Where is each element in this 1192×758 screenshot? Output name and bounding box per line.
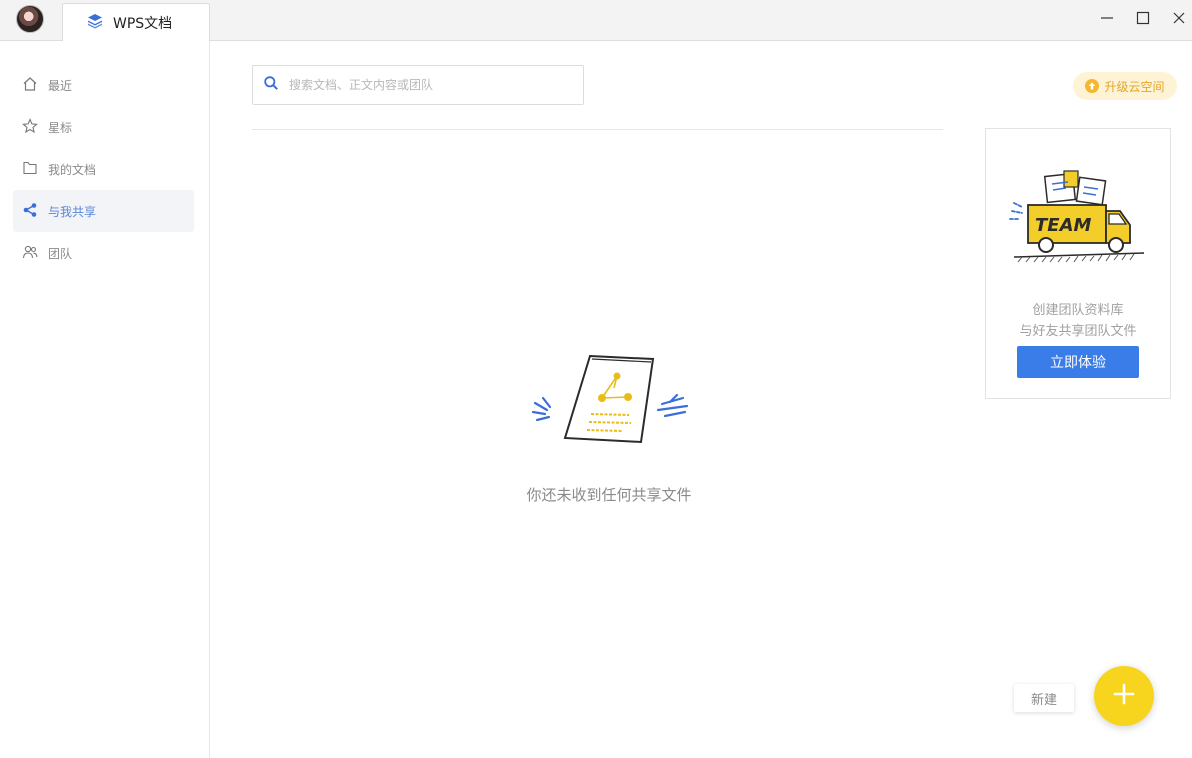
sidebar-item-label: 团队 — [48, 246, 73, 261]
team-icon — [22, 244, 38, 263]
team-card-line1: 创建团队资料库 — [1032, 303, 1124, 318]
sidebar-item-label: 星标 — [48, 120, 73, 135]
arrow-up-icon — [1085, 79, 1100, 93]
sidebar-item-my-docs[interactable]: 我的文档 — [13, 148, 194, 190]
sidebar-item-shared-with-me[interactable]: 与我共享 — [13, 190, 194, 232]
team-illustration-text: TEAM — [1035, 215, 1092, 236]
close-icon[interactable] — [1161, 0, 1192, 36]
search-input[interactable] — [289, 78, 559, 92]
team-truck-illustration: TEAM — [1008, 167, 1148, 273]
sidebar: 最近 星标 我的文档 与我共享 团队 — [0, 41, 210, 758]
sidebar-item-starred[interactable]: 星标 — [13, 106, 194, 148]
empty-shared-illustration — [525, 350, 695, 450]
share-icon — [22, 202, 38, 221]
search-box[interactable] — [252, 65, 584, 105]
team-promo-card: TEAM 创建团队资料库 与好友共享团队文件 立即体验 — [985, 128, 1171, 399]
try-now-button[interactable]: 立即体验 — [1017, 346, 1139, 378]
new-label[interactable]: 新建 — [1014, 684, 1074, 712]
upgrade-cloud-button[interactable]: 升级云空间 — [1073, 72, 1177, 100]
user-avatar[interactable] — [16, 5, 44, 33]
folder-icon — [22, 160, 38, 179]
empty-state-message: 你还未收到任何共享文件 — [526, 486, 692, 504]
sidebar-item-recent[interactable]: 最近 — [13, 64, 194, 106]
tab-title: WPS文档 — [113, 16, 173, 32]
star-icon — [22, 117, 38, 137]
team-card-line2: 与好友共享团队文件 — [1019, 324, 1137, 339]
sidebar-item-team[interactable]: 团队 — [13, 232, 194, 274]
home-icon — [22, 76, 38, 95]
tab-wps-docs[interactable]: WPS文档 — [62, 3, 210, 42]
new-fab-button[interactable] — [1094, 666, 1154, 726]
maximize-icon[interactable] — [1125, 0, 1161, 36]
sidebar-item-label: 我的文档 — [48, 162, 97, 177]
search-icon — [263, 75, 279, 95]
plus-icon — [1112, 682, 1136, 710]
sidebar-item-label: 与我共享 — [48, 204, 97, 219]
content-divider — [252, 129, 943, 130]
sidebar-item-label: 最近 — [48, 78, 73, 93]
title-bar: WPS文档 — [0, 0, 1192, 42]
wps-docs-icon — [87, 13, 103, 33]
minimize-icon[interactable] — [1089, 0, 1125, 36]
upgrade-label: 升级云空间 — [1104, 79, 1165, 94]
